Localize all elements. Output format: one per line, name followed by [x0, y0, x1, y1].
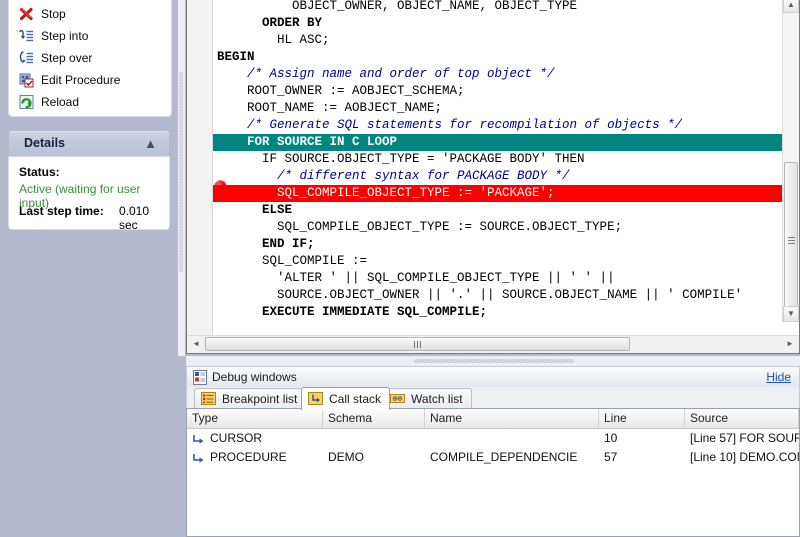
editor-gutter[interactable] — [187, 0, 213, 353]
splitter-grip-icon — [179, 72, 183, 272]
vertical-splitter[interactable] — [178, 0, 185, 356]
code-line[interactable]: ROOT_NAME := AOBJECT_NAME; — [213, 100, 784, 117]
horizontal-scroll-thumb[interactable] — [205, 337, 630, 351]
code-line[interactable]: ROOT_OWNER := AOBJECT_SCHEMA; — [213, 83, 784, 100]
last-step-time-label: Last step time: — [19, 204, 104, 218]
debug-actions-box: Stop Step into Step over Edit Procedure … — [9, 0, 171, 116]
code-line[interactable]: HL ASC; — [213, 32, 784, 49]
code-line[interactable]: OBJECT_OWNER, OBJECT_NAME, OBJECT_TYPE — [213, 0, 784, 15]
table-cell-schema — [323, 429, 425, 448]
debug-windows-title: Debug windows — [212, 370, 297, 384]
action-label: Edit Procedure — [41, 73, 121, 87]
action-step-into[interactable]: Step into — [10, 25, 170, 47]
tab-label: Watch list — [411, 392, 463, 406]
step-over-icon — [18, 50, 35, 66]
last-step-time-value: 0.010 sec — [119, 204, 150, 232]
splitter-grip-icon — [414, 359, 574, 363]
code-line[interactable]: 'ALTER ' || SQL_COMPILE_OBJECT_TYPE || '… — [213, 270, 784, 287]
tab-call-stack[interactable]: Call stack — [301, 387, 391, 410]
code-line[interactable]: ORDER BY — [213, 15, 784, 32]
details-title: Details — [24, 136, 65, 150]
table-row[interactable]: CURSOR 10 [Line 57] FOR SOURCE — [187, 429, 799, 448]
call-stack-grid[interactable]: Type Schema Name Line Source CURSOR 10 [Line 5… — [186, 408, 800, 537]
table-cell-type: CURSOR — [187, 429, 323, 448]
editor-horizontal-scrollbar[interactable]: ◄ ► — [187, 335, 799, 353]
tab-breakpoint-list[interactable]: Breakpoint list — [194, 388, 307, 409]
table-cell-name — [425, 429, 599, 448]
call-stack-icon — [308, 392, 324, 406]
debug-windows-titlebar: Debug windows Hide — [186, 366, 800, 387]
action-reload[interactable]: Reload — [10, 91, 170, 113]
debug-windows-tabstrip: Breakpoint list Call stack Watch list — [186, 387, 800, 410]
edit-procedure-icon — [18, 72, 35, 88]
tab-watch-list[interactable]: Watch list — [383, 388, 472, 409]
code-line[interactable]: BEGIN — [213, 49, 784, 66]
status-label: Status: — [19, 165, 60, 179]
debug-window-icon — [193, 370, 207, 388]
grid-column-header[interactable]: Source — [685, 409, 799, 428]
action-label: Stop — [41, 7, 66, 21]
table-cell-type: PROCEDURE — [187, 448, 323, 467]
call-stack-entry-icon — [192, 451, 205, 467]
code-line[interactable]: /* Assign name and order of top object *… — [213, 66, 784, 83]
code-line[interactable]: ELSE — [213, 202, 784, 219]
table-row[interactable]: PROCEDURE DEMO COMPILE_DEPENDENCIE 57 [Line … — [187, 448, 799, 467]
vertical-scroll-thumb[interactable] — [784, 162, 798, 320]
action-stop[interactable]: Stop — [10, 3, 170, 25]
details-section-header[interactable]: Details ▲ — [9, 131, 169, 157]
left-task-panel: Stop Step into Step over Edit Procedure … — [0, 0, 178, 537]
debug-windows-panel: Debug windows Hide Breakpoint list Call … — [186, 366, 800, 537]
action-step-over[interactable]: Step over — [10, 47, 170, 69]
table-cell-line: 10 — [604, 431, 618, 445]
code-line[interactable]: EXECUTE IMMEDIATE SQL_COMPILE; — [213, 304, 784, 321]
table-cell-schema: DEMO — [328, 450, 364, 464]
code-line[interactable]: SQL_COMPILE_OBJECT_TYPE := 'PACKAGE'; — [213, 185, 784, 202]
scroll-thumb-grip-icon — [414, 341, 421, 348]
scroll-up-arrow-icon[interactable]: ▲ — [783, 0, 799, 13]
action-label: Reload — [41, 95, 80, 109]
watch-list-icon — [390, 392, 406, 406]
grid-body[interactable]: CURSOR 10 [Line 57] FOR SOURCE PROCEDURE DEM… — [187, 429, 799, 467]
grid-column-header[interactable]: Line — [599, 409, 685, 428]
grid-column-header[interactable]: Name — [425, 409, 599, 428]
code-line[interactable]: END LOOP; — [213, 321, 784, 323]
code-line[interactable]: SQL_COMPILE_OBJECT_TYPE := SOURCE.OBJECT… — [213, 219, 784, 236]
grid-column-header[interactable]: Type — [187, 409, 323, 428]
action-label: Step into — [41, 29, 89, 43]
table-cell-line: 57 — [604, 450, 618, 464]
code-line[interactable]: /* Generate SQL statements for recompila… — [213, 117, 784, 134]
editor-vertical-scrollbar[interactable]: ▲ ▼ — [782, 0, 799, 322]
reload-icon — [18, 94, 35, 110]
action-edit-procedure[interactable]: Edit Procedure — [10, 69, 170, 91]
call-stack-entry-icon — [192, 432, 205, 448]
scroll-thumb-grip-icon — [788, 237, 795, 244]
scroll-down-arrow-icon[interactable]: ▼ — [783, 306, 799, 322]
hide-link[interactable]: Hide — [766, 370, 791, 384]
action-label: Step over — [41, 51, 93, 65]
table-cell-source: [Line 57] FOR SOURCE — [690, 431, 799, 445]
chevron-up-icon[interactable]: ▲ — [144, 137, 157, 150]
scroll-right-arrow-icon[interactable]: ► — [782, 336, 798, 352]
breakpoint-list-icon — [201, 392, 217, 406]
table-cell-name: COMPILE_DEPENDENCIE — [430, 450, 578, 464]
scroll-left-arrow-icon[interactable]: ◄ — [188, 336, 204, 352]
source-code-editor[interactable]: OBJECT_OWNER, OBJECT_NAME, OBJECT_TYPE O… — [186, 0, 800, 354]
tab-label: Call stack — [329, 392, 382, 406]
code-line[interactable]: FOR SOURCE IN C LOOP — [213, 134, 784, 151]
code-line[interactable]: /* different syntax for PACKAGE BODY */ — [213, 168, 784, 185]
step-into-icon — [18, 28, 35, 44]
debugger-window: Stop Step into Step over Edit Procedure … — [0, 0, 800, 537]
code-line[interactable]: IF SOURCE.OBJECT_TYPE = 'PACKAGE BODY' T… — [213, 151, 784, 168]
stop-red-x-icon — [18, 6, 35, 22]
code-line[interactable]: END IF; — [213, 236, 784, 253]
details-section-body: Status: Active (waiting for user input) … — [9, 157, 169, 232]
grid-column-header[interactable]: Schema — [323, 409, 425, 428]
grid-header-row: Type Schema Name Line Source — [187, 409, 799, 429]
code-line[interactable]: SOURCE.OBJECT_OWNER || '.' || SOURCE.OBJ… — [213, 287, 784, 304]
code-line[interactable]: SQL_COMPILE := — [213, 253, 784, 270]
table-cell-source: [Line 10] DEMO.COMP — [690, 450, 799, 464]
code-lines[interactable]: OBJECT_OWNER, OBJECT_NAME, OBJECT_TYPE O… — [213, 0, 784, 323]
tab-label: Breakpoint list — [222, 392, 298, 406]
horizontal-splitter[interactable] — [186, 356, 800, 366]
